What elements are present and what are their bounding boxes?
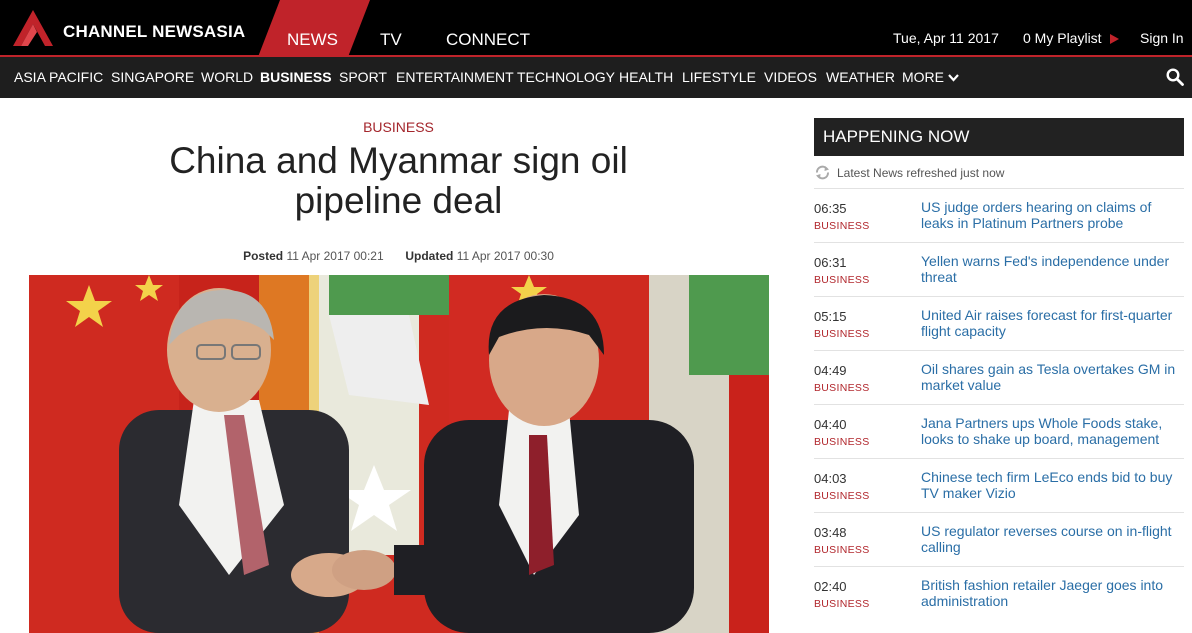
brand-logo[interactable]: CHANNEL NEWSASIA (12, 9, 245, 47)
news-category[interactable]: BUSINESS (814, 274, 870, 286)
news-time: 04:49 (814, 363, 847, 378)
refresh-icon[interactable] (814, 164, 831, 181)
list-item[interactable]: 06:31 BUSINESS Yellen warns Fed's indepe… (814, 242, 1184, 296)
brand-name: CHANNEL NEWSASIA (63, 22, 246, 41)
news-category[interactable]: BUSINESS (814, 490, 870, 502)
playlist-label: 0 My Playlist (1023, 30, 1102, 46)
news-time: 03:48 (814, 525, 847, 540)
posted-label: Posted (243, 249, 284, 263)
news-title-link[interactable]: Jana Partners ups Whole Foods stake, loo… (921, 415, 1183, 447)
news-time: 05:15 (814, 309, 847, 324)
tab-news-label: NEWS (287, 30, 338, 49)
nav-videos[interactable]: VIDEOS (764, 69, 817, 85)
news-category[interactable]: BUSINESS (814, 220, 870, 232)
news-category[interactable]: BUSINESS (814, 436, 870, 448)
article-section-label[interactable]: BUSINESS (0, 119, 797, 135)
nav-more-label: MORE (902, 69, 944, 85)
news-title-link[interactable]: US judge orders hearing on claims of lea… (921, 199, 1183, 231)
article-meta: Posted 11 Apr 2017 00:21 Updated 11 Apr … (0, 249, 797, 263)
nav-health[interactable]: HEALTH (619, 69, 673, 85)
nav-asia-pacific[interactable]: ASIA PACIFIC (14, 69, 103, 85)
list-item[interactable]: 04:03 BUSINESS Chinese tech firm LeEco e… (814, 458, 1184, 512)
news-time: 02:40 (814, 579, 847, 594)
refresh-status: Latest News refreshed just now (814, 164, 1004, 181)
updated-label: Updated (405, 249, 454, 263)
playlist-arrow-icon (1110, 34, 1120, 44)
happening-now-list: 06:35 BUSINESS US judge orders hearing o… (814, 188, 1184, 620)
refresh-text: Latest News refreshed just now (837, 165, 1005, 180)
article-headline: China and Myanmar sign oil pipeline deal (169, 140, 628, 221)
list-item[interactable]: 04:49 BUSINESS Oil shares gain as Tesla … (814, 350, 1184, 404)
tab-connect[interactable]: CONNECT (446, 30, 530, 50)
news-title-link[interactable]: US regulator reverses course on in-fligh… (921, 523, 1183, 555)
news-title-link[interactable]: Chinese tech firm LeEco ends bid to buy … (921, 469, 1183, 501)
nav-weather[interactable]: WEATHER (826, 69, 895, 85)
logo-mark-icon (13, 10, 53, 46)
list-item[interactable]: 04:40 BUSINESS Jana Partners ups Whole F… (814, 404, 1184, 458)
news-time: 06:35 (814, 201, 847, 216)
top-bar: CHANNEL NEWSASIA NEWS TV CONNECT Tue, Ap… (0, 0, 1192, 57)
tab-news[interactable]: NEWS (258, 0, 370, 57)
happening-now-header: HAPPENING NOW (814, 118, 1184, 156)
nav-business[interactable]: BUSINESS (260, 69, 332, 85)
my-playlist-link[interactable]: 0 My Playlist (1023, 30, 1120, 46)
news-category[interactable]: BUSINESS (814, 328, 870, 340)
nav-sport[interactable]: SPORT (339, 69, 387, 85)
nav-technology[interactable]: TECHNOLOGY (517, 69, 615, 85)
search-icon[interactable] (1166, 68, 1184, 86)
nav-more[interactable]: MORE (902, 69, 959, 85)
posted-time: 11 Apr 2017 00:21 (286, 249, 384, 263)
news-time: 06:31 (814, 255, 847, 270)
chevron-down-icon (948, 74, 959, 82)
list-item[interactable]: 05:15 BUSINESS United Air raises forecas… (814, 296, 1184, 350)
updated-time: 11 Apr 2017 00:30 (456, 249, 554, 263)
nav-world[interactable]: WORLD (201, 69, 253, 85)
news-title-link[interactable]: United Air raises forecast for first-qua… (921, 307, 1183, 339)
news-category[interactable]: BUSINESS (814, 544, 870, 556)
news-time: 04:03 (814, 471, 847, 486)
nav-lifestyle[interactable]: LIFESTYLE (682, 69, 756, 85)
news-category[interactable]: BUSINESS (814, 598, 870, 610)
news-title-link[interactable]: British fashion retailer Jaeger goes int… (921, 577, 1183, 609)
nav-singapore[interactable]: SINGAPORE (111, 69, 194, 85)
section-nav: ASIA PACIFIC SINGAPORE WORLD BUSINESS SP… (0, 57, 1192, 98)
news-title-link[interactable]: Yellen warns Fed's independence under th… (921, 253, 1183, 285)
article-photo (29, 275, 769, 633)
nav-entertainment[interactable]: ENTERTAINMENT (396, 69, 514, 85)
news-title-link[interactable]: Oil shares gain as Tesla overtakes GM in… (921, 361, 1183, 393)
sign-in-link[interactable]: Sign In (1140, 30, 1184, 46)
news-category[interactable]: BUSINESS (814, 382, 870, 394)
list-item[interactable]: 02:40 BUSINESS British fashion retailer … (814, 566, 1184, 620)
list-item[interactable]: 03:48 BUSINESS US regulator reverses cou… (814, 512, 1184, 566)
list-item[interactable]: 06:35 BUSINESS US judge orders hearing o… (814, 188, 1184, 242)
current-date: Tue, Apr 11 2017 (893, 30, 999, 46)
news-time: 04:40 (814, 417, 847, 432)
tab-tv[interactable]: TV (380, 30, 402, 50)
